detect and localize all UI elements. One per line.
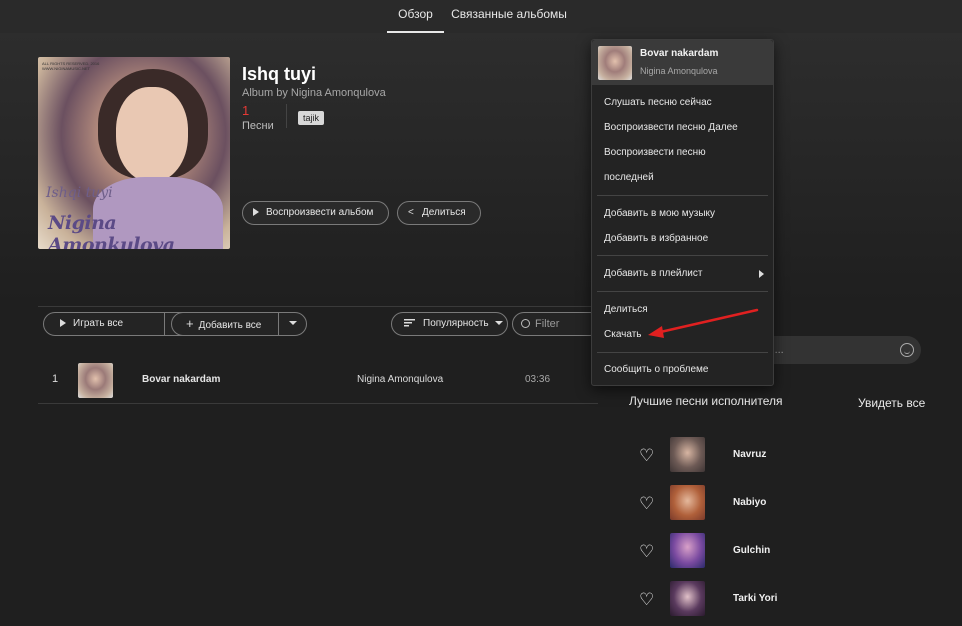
- cover-small-text: ALL RIGHTS RESERVED. 2016 WWW.NIGINAMUSI…: [42, 61, 100, 71]
- tab-overview[interactable]: Обзор: [387, 0, 444, 33]
- sort-icon: [404, 319, 415, 327]
- context-song-artist: Nigina Amonqulova: [640, 66, 718, 76]
- menu-item-add-to-music[interactable]: Добавить в мою музыку: [604, 208, 715, 219]
- heart-icon[interactable]: ♡: [639, 447, 654, 464]
- add-all-label: Добавить все: [198, 320, 262, 331]
- best-songs-heading: Лучшие песни исполнителя: [629, 394, 783, 408]
- play-album-label: Воспроизвести альбом: [266, 207, 374, 218]
- song-context-menu: Bovar nakardam Nigina Amonqulova Слушать…: [591, 39, 774, 386]
- divider: [286, 104, 287, 128]
- menu-item-play-now[interactable]: Слушать песню сейчас: [604, 97, 712, 108]
- tab-related-albums[interactable]: Связанные альбомы: [450, 0, 568, 33]
- menu-divider: [597, 255, 768, 256]
- menu-divider: [597, 195, 768, 196]
- top-tabs: Обзор Связанные альбомы: [0, 0, 962, 33]
- context-song-title: Bovar nakardam: [640, 48, 719, 59]
- song-thumbnail: [598, 46, 632, 80]
- song-thumbnail: [670, 581, 705, 616]
- search-icon: [521, 319, 530, 328]
- genre-tag[interactable]: tajik: [298, 111, 325, 125]
- album-artist-link[interactable]: Album by Nigina Amonqulova: [242, 87, 386, 99]
- menu-item-play-next[interactable]: Воспроизвести песню Далее: [604, 122, 738, 133]
- album-cover: ALL RIGHTS RESERVED. 2016 WWW.NIGINAMUSI…: [38, 57, 230, 249]
- context-menu-header: Bovar nakardam Nigina Amonqulova: [592, 40, 773, 85]
- menu-divider: [597, 291, 768, 292]
- add-all-dropdown[interactable]: [278, 312, 307, 336]
- heart-icon[interactable]: ♡: [639, 591, 654, 608]
- add-all-button[interactable]: + Добавить все: [171, 312, 279, 336]
- chevron-down-icon: [288, 321, 297, 325]
- menu-item-play-last[interactable]: Воспроизвести песню: [604, 147, 706, 158]
- song-count: 1: [242, 103, 250, 118]
- list-item[interactable]: ♡ Tarki Yori: [630, 581, 930, 617]
- play-all-button[interactable]: Играть все: [43, 312, 165, 336]
- heart-icon[interactable]: ♡: [639, 543, 654, 560]
- track-number: 1: [52, 373, 59, 385]
- track-title[interactable]: Bovar nakardam: [142, 374, 220, 385]
- song-thumbnail: [670, 533, 705, 568]
- plus-icon: +: [186, 316, 194, 331]
- song-thumbnail: [670, 485, 705, 520]
- sort-dropdown[interactable]: Популярность: [391, 312, 508, 336]
- emoji-icon[interactable]: [900, 343, 914, 357]
- filter-input[interactable]: Filter: [512, 312, 602, 336]
- track-duration: 03:36: [525, 374, 551, 385]
- table-row[interactable]: 1 Bovar nakardam Nigina Amonqulova 03:36: [38, 358, 598, 404]
- song-count-label: Песни: [242, 120, 274, 132]
- track-artist[interactable]: Nigina Amonqulova: [357, 374, 443, 385]
- play-all-label: Играть все: [73, 318, 124, 329]
- cover-signature-artist: Nigina Amonkulova: [48, 212, 175, 249]
- see-all-link[interactable]: Увидеть все: [858, 396, 925, 410]
- list-item[interactable]: ♡ Gulchin: [630, 533, 930, 569]
- cover-art-face: [116, 87, 188, 182]
- menu-item-add-to-playlist[interactable]: Добавить в плейлист: [604, 268, 702, 279]
- share-album-button[interactable]: < Делиться: [397, 201, 481, 225]
- album-title: Ishq tuyi: [242, 64, 317, 84]
- song-name[interactable]: Nabiyo: [733, 497, 766, 508]
- song-name[interactable]: Gulchin: [733, 545, 770, 556]
- song-name[interactable]: Navruz: [733, 449, 766, 460]
- menu-item-report-problem[interactable]: Сообщить о проблеме: [604, 364, 708, 375]
- track-thumbnail: [78, 363, 113, 398]
- menu-item-add-to-favorites[interactable]: Добавить в избранное: [604, 233, 708, 244]
- menu-divider: [597, 352, 768, 353]
- share-album-label: Делиться: [422, 207, 466, 218]
- song-name[interactable]: Tarki Yori: [733, 593, 777, 604]
- filter-placeholder: Filter: [535, 318, 560, 330]
- chevron-down-icon: [495, 321, 504, 325]
- sort-label: Популярность: [423, 318, 489, 329]
- tracklist-toolbar: Играть все + Добавить все Популярность Fi…: [38, 306, 602, 340]
- menu-item-play-last-cont[interactable]: последней: [604, 172, 654, 183]
- menu-item-download[interactable]: Скачать: [604, 329, 642, 340]
- chevron-right-icon: [759, 270, 764, 278]
- list-item[interactable]: ♡ Nabiyo: [630, 485, 930, 521]
- song-thumbnail: [670, 437, 705, 472]
- play-icon: [60, 319, 66, 327]
- heart-icon[interactable]: ♡: [639, 495, 654, 512]
- play-album-button[interactable]: Воспроизвести альбом: [242, 201, 389, 225]
- cover-signature-title: Ishqi tuyi: [46, 185, 113, 201]
- share-icon: <: [408, 207, 414, 218]
- list-item[interactable]: ♡ Navruz: [630, 437, 930, 473]
- menu-item-share[interactable]: Делиться: [604, 304, 648, 315]
- play-icon: [253, 208, 259, 216]
